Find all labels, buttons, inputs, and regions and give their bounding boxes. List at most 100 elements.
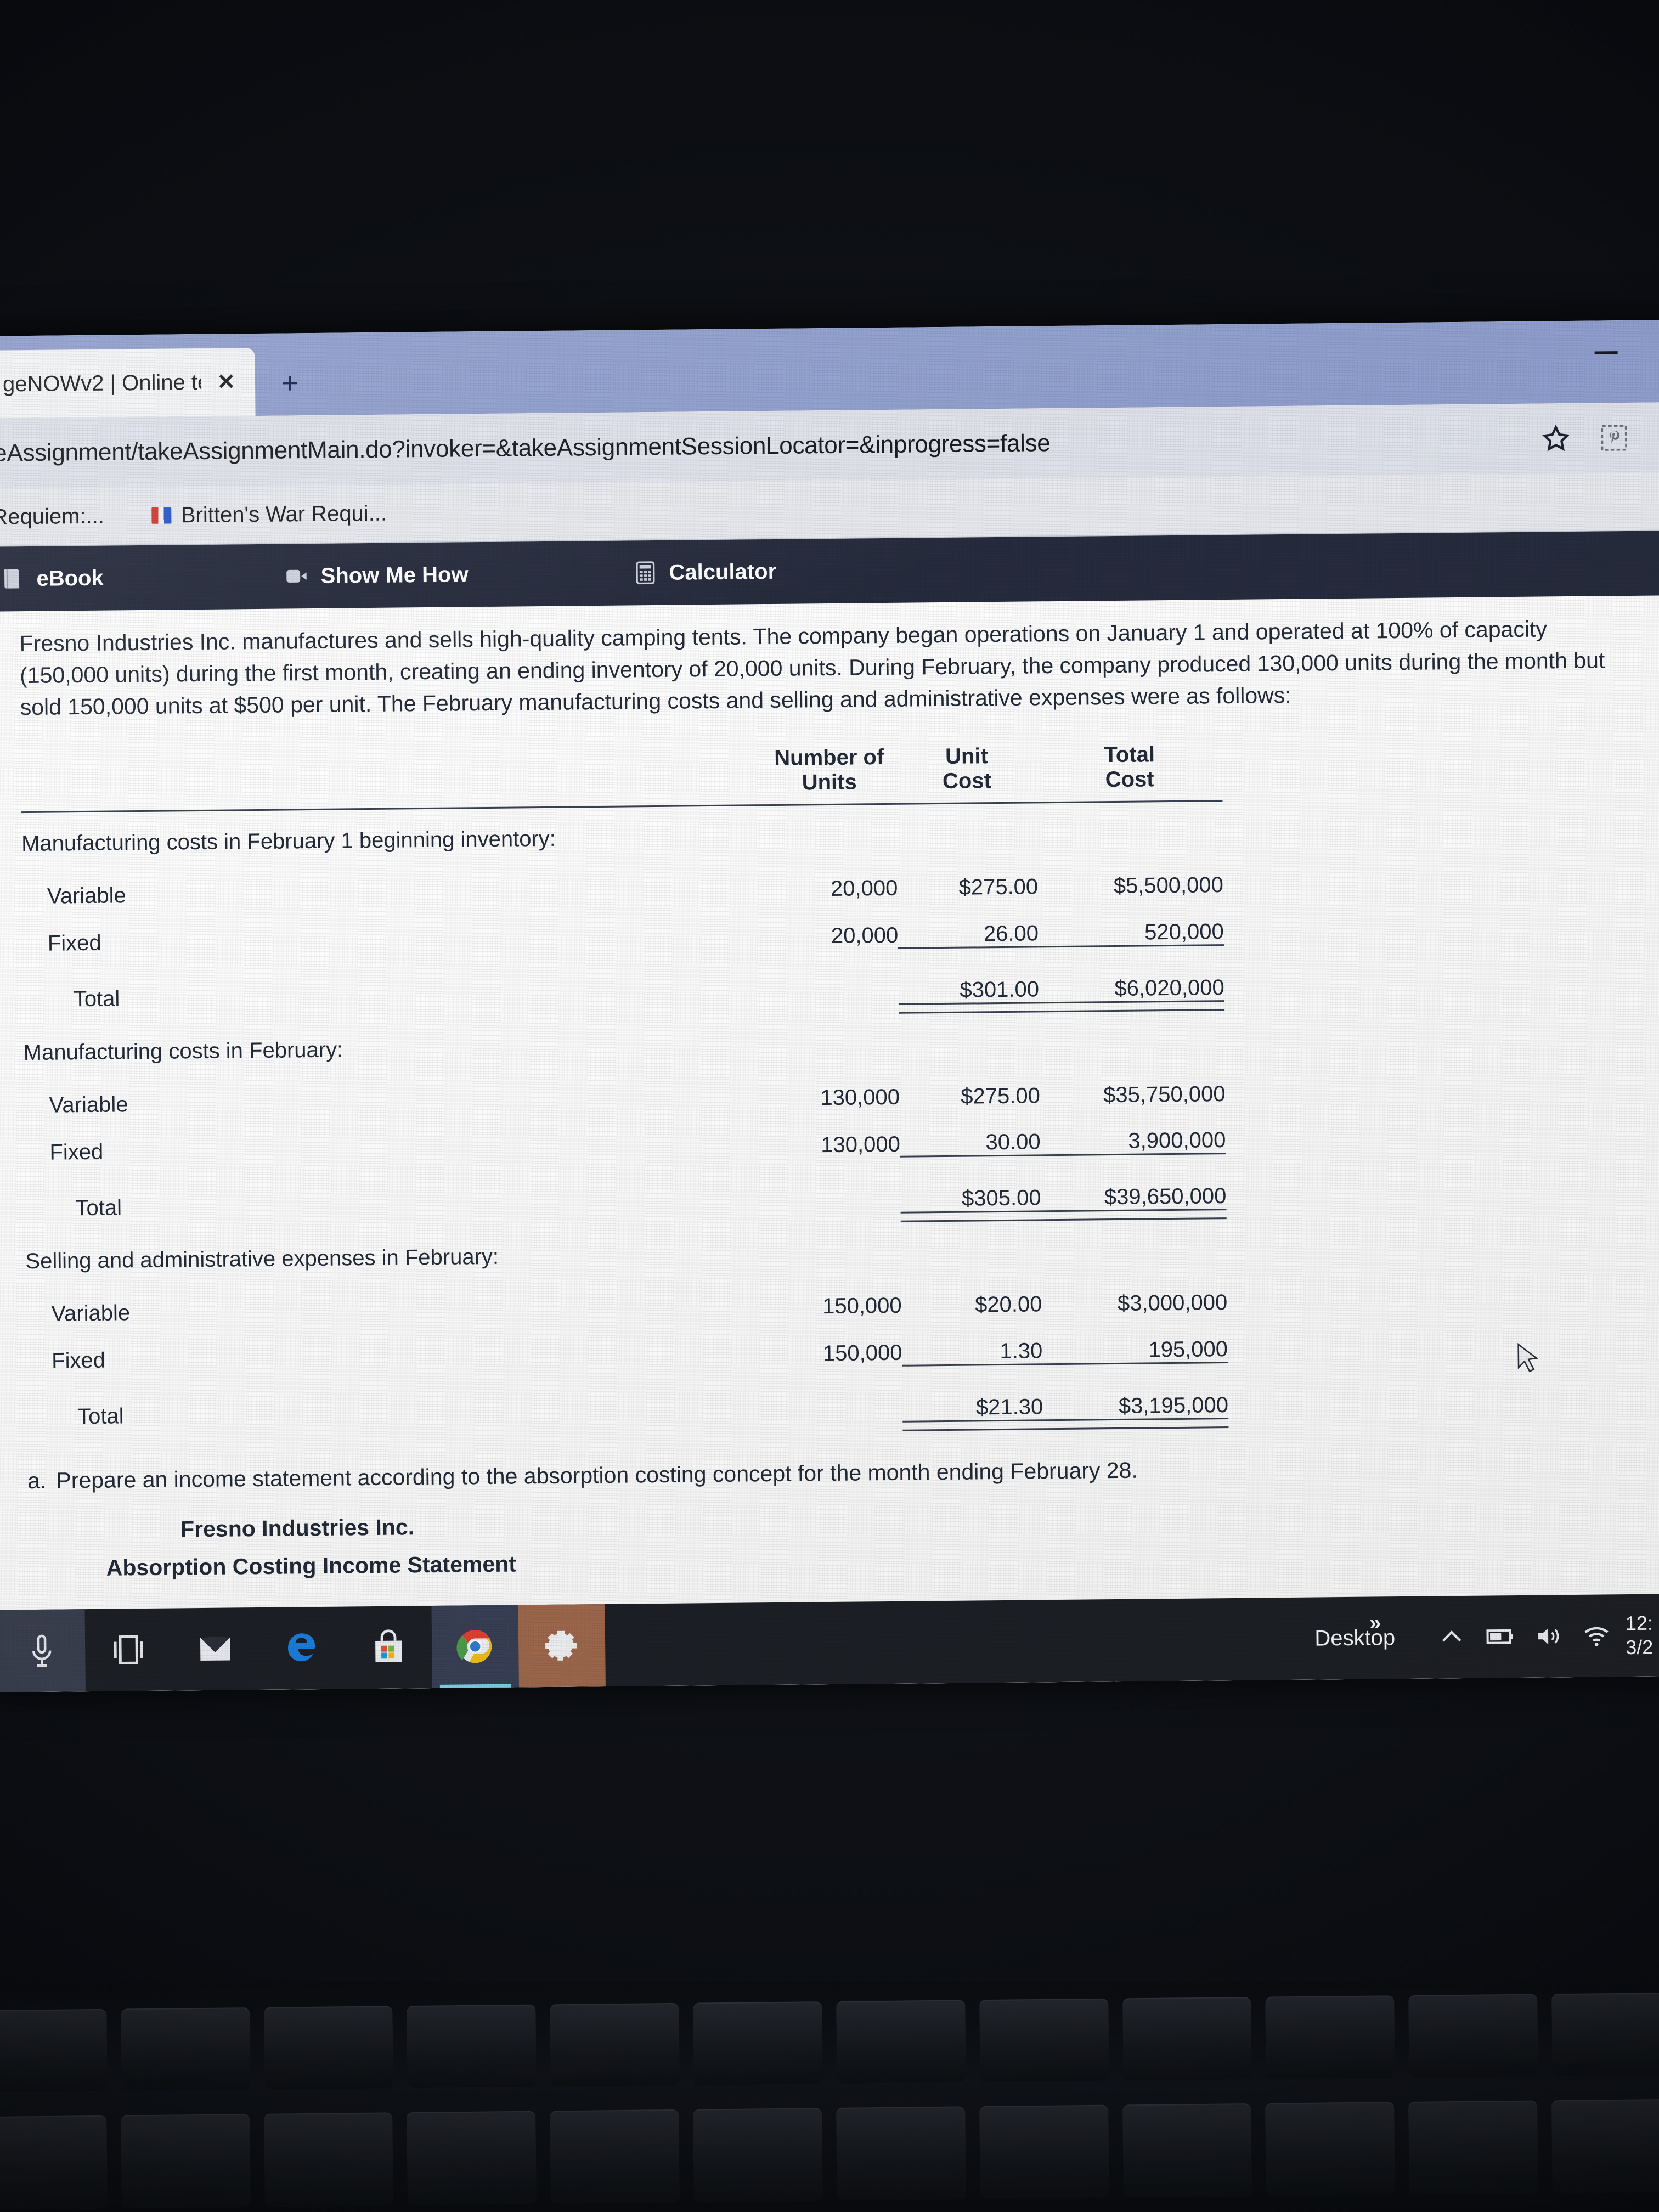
key[interactable]	[407, 2111, 537, 2206]
show-me-how-button[interactable]: Show Me How	[284, 562, 469, 589]
ebook-button[interactable]: eBook	[0, 566, 104, 592]
row-unit-cost: $275.00	[958, 874, 1039, 900]
row-label: Variable	[49, 1092, 128, 1118]
row-label: Total	[75, 1195, 122, 1220]
key[interactable]	[1408, 1994, 1538, 2078]
rule-cell	[768, 1421, 903, 1431]
minimize-button[interactable]	[1594, 351, 1618, 354]
chevron-up-icon[interactable]	[1437, 1622, 1467, 1652]
mouse-cursor	[1517, 1342, 1539, 1373]
windows-taskbar: Desktop » 12: 3/2	[0, 1594, 1659, 1692]
edge-button[interactable]	[258, 1607, 345, 1690]
row-units: 20,000	[830, 876, 898, 901]
bookmark-item[interactable]: Requiem:...	[0, 504, 104, 529]
key[interactable]	[263, 2112, 394, 2207]
key[interactable]	[1551, 1992, 1659, 2076]
ebook-label: eBook	[36, 566, 104, 591]
problem-statement: Fresno Industries Inc. manufactures and …	[19, 616, 1605, 720]
wifi-icon[interactable]	[1582, 1621, 1612, 1651]
row-units: 20,000	[831, 923, 899, 949]
key[interactable]	[693, 2108, 823, 2203]
clock-time: 12:	[1625, 1611, 1654, 1635]
key[interactable]	[1265, 1995, 1396, 2079]
star-icon[interactable]	[1542, 424, 1570, 453]
browser-tab-title: geNOWv2 | Online teachin	[2, 370, 202, 396]
row-units	[766, 1165, 901, 1214]
row-label: Fixed	[51, 1348, 106, 1373]
key[interactable]	[550, 2002, 680, 2087]
key[interactable]	[0, 2115, 108, 2210]
row-unit-cost: $20.00	[974, 1292, 1042, 1317]
web-page: eBook Show Me How Calculator Fresno Indu…	[0, 531, 1659, 1692]
task-view-icon	[114, 1635, 143, 1664]
chevron-double-right-icon[interactable]: »	[1369, 1611, 1381, 1635]
key[interactable]	[407, 2004, 537, 2089]
key[interactable]	[1122, 1996, 1252, 2081]
cortana-button[interactable]	[0, 1609, 86, 1692]
row-units	[768, 1374, 902, 1423]
key[interactable]	[836, 2000, 966, 2084]
video-icon	[286, 569, 307, 583]
row-total-cost: $6,020,000	[1114, 975, 1224, 1001]
task-view-button[interactable]	[84, 1609, 172, 1692]
header-unit-cost-line1: Unit	[945, 743, 989, 769]
key[interactable]	[1265, 2102, 1396, 2197]
key[interactable]	[0, 2008, 108, 2093]
key[interactable]	[979, 1998, 1109, 2083]
system-tray: Desktop » 12: 3/2	[1300, 1594, 1659, 1680]
desktop-peek-button[interactable]: Desktop »	[1300, 1611, 1409, 1651]
row-unit-cost: $275.00	[961, 1083, 1041, 1109]
keyboard-function-row	[0, 1992, 1659, 2093]
row-label: Fixed	[47, 930, 101, 956]
row-total-cost: $35,750,000	[1103, 1081, 1226, 1107]
row-total-cost: 520,000	[1144, 919, 1224, 945]
statement-title: Absorption Costing Income Statement	[106, 1551, 517, 1581]
row-total-cost: 3,900,000	[1128, 1128, 1226, 1153]
bookmark-label: Britten's War Requi...	[180, 501, 387, 527]
row-total-cost: $5,500,000	[1113, 873, 1224, 899]
row-units: 130,000	[821, 1132, 901, 1157]
taskbar-buttons	[0, 1604, 606, 1692]
row-total-cost: $3,000,000	[1117, 1290, 1228, 1316]
row-total-cost: $39,650,000	[1104, 1184, 1227, 1210]
volume-icon[interactable]	[1533, 1621, 1564, 1651]
chrome-button[interactable]	[431, 1605, 519, 1689]
key[interactable]	[836, 2106, 966, 2201]
row-unit-cost: $301.00	[960, 977, 1040, 1002]
battery-icon[interactable]	[1485, 1622, 1515, 1652]
key[interactable]	[1122, 2103, 1252, 2198]
key[interactable]	[693, 2001, 823, 2085]
mail-button[interactable]	[171, 1607, 258, 1691]
key[interactable]	[121, 2114, 251, 2209]
key[interactable]	[1408, 2100, 1538, 2195]
edge-icon	[287, 1633, 315, 1662]
row-unit-cost: $21.30	[975, 1394, 1043, 1420]
header-total-cost-line1: Total	[1104, 742, 1155, 767]
key[interactable]	[121, 2007, 251, 2091]
microsoft-store-button[interactable]	[345, 1606, 432, 1689]
clock[interactable]: 12: 3/2	[1626, 1611, 1659, 1660]
laptop-screen: geNOWv2 | Online teachin ✕ + eAssignment…	[0, 320, 1659, 1692]
new-tab-button[interactable]: +	[281, 366, 299, 399]
header-total-cost-line2: Cost	[1105, 766, 1154, 792]
key[interactable]	[979, 2104, 1109, 2200]
bookmark-item[interactable]: Britten's War Requi...	[151, 501, 387, 528]
header-unit-cost-line2: Cost	[942, 768, 992, 793]
microphone-icon	[32, 1634, 52, 1667]
row-label: Variable	[47, 883, 127, 909]
settings-app-button[interactable]	[518, 1604, 606, 1688]
book-icon	[4, 569, 20, 589]
pinterest-save-icon[interactable]	[1600, 424, 1628, 452]
close-icon[interactable]: ✕	[211, 368, 241, 397]
browser-tab[interactable]: geNOWv2 | Online teachin ✕	[0, 348, 256, 419]
keyboard-number-row	[0, 2098, 1659, 2210]
row-units: 130,000	[820, 1085, 900, 1110]
rule-cell	[902, 1420, 1043, 1430]
row-label: Fixed	[49, 1139, 104, 1165]
row-total-cost: $3,195,000	[1118, 1392, 1229, 1418]
key[interactable]	[1551, 2098, 1659, 2194]
key[interactable]	[550, 2109, 680, 2204]
address-bar[interactable]: eAssignment/takeAssignmentMain.do?invoke…	[0, 425, 1542, 467]
calculator-button[interactable]: Calculator	[633, 559, 776, 586]
key[interactable]	[263, 2006, 394, 2090]
